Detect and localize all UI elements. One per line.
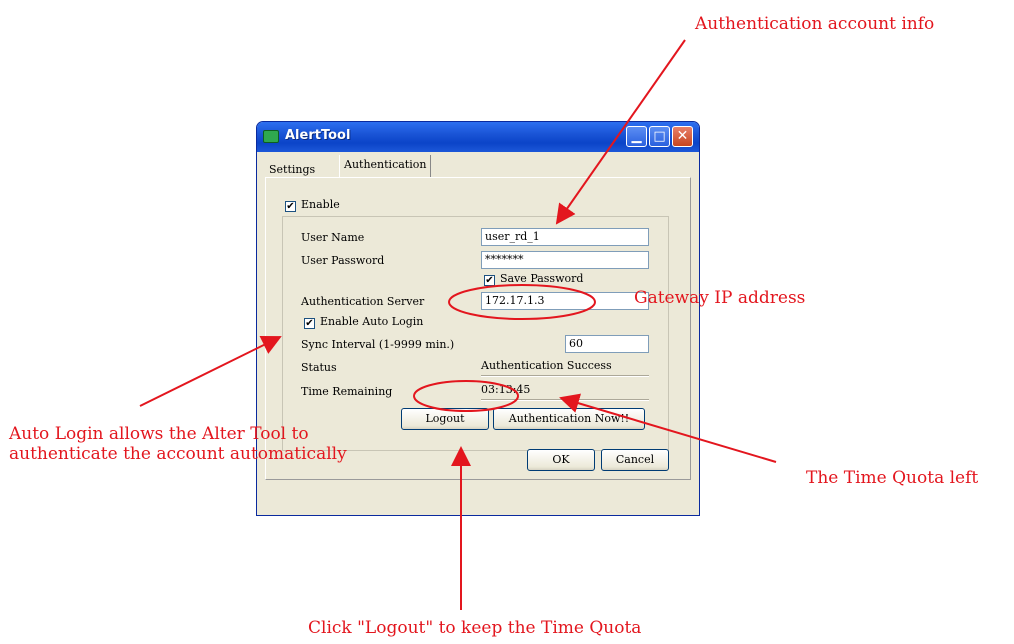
annotation-account-info: Authentication account info (695, 14, 935, 34)
ellipse-time-remaining (413, 380, 519, 412)
arrow-account-info (555, 39, 686, 225)
annotation-time-quota: The Time Quota left (806, 468, 979, 488)
annotation-logout-tip: Click "Logout" to keep the Time Quota (308, 618, 642, 638)
ellipse-gateway-ip (448, 284, 596, 320)
annotation-gateway-ip: Gateway IP address (634, 288, 806, 308)
annotation-overlay (139, 39, 777, 610)
arrow-time-quota (559, 393, 777, 463)
annotation-auto-login-line2: authenticate the account automatically (9, 444, 347, 464)
annotation-auto-login-line1: Auto Login allows the Alter Tool to (9, 424, 309, 444)
arrow-auto-login (139, 335, 282, 407)
